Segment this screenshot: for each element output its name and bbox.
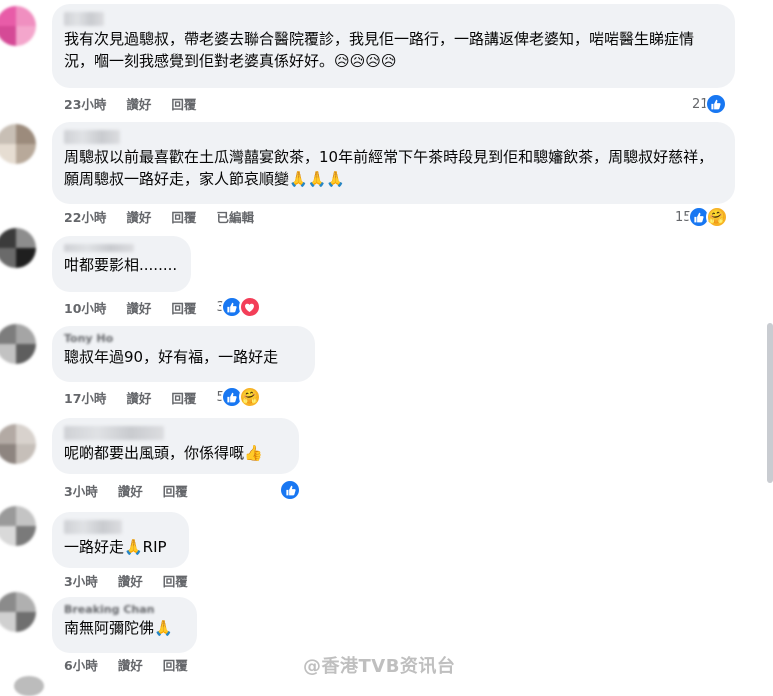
comment-bubble: 我有次見過驄叔，帶老婆去聯合醫院覆診，我見佢一路行，一路講返俾老婆知，啱啱醫生睇… [52,4,735,88]
reaction-summary[interactable]: 5 🤗 [216,386,261,408]
like-button[interactable]: 讚好 [118,655,143,674]
reply-button[interactable]: 回覆 [171,388,196,407]
comment-time[interactable]: 3小時 [64,481,98,500]
comment-bubble: Breaking Chan 南無阿彌陀佛🙏 [52,597,197,653]
comment-actions: 17小時 讚好 回覆 5 🤗 [64,386,261,408]
avatar[interactable] [0,424,36,464]
comment-actions: 3小時 讚好 回覆 [64,481,188,499]
reaction-summary[interactable]: 3 [216,296,261,318]
care-reaction-icon: 🤗 [705,206,728,228]
edited-label[interactable]: 已編輯 [216,207,254,226]
comment-bubble: 一路好走🙏RIP [52,512,189,568]
comment-author[interactable] [64,244,134,252]
comment-author[interactable] [64,426,164,440]
care-reaction-icon: 🤗 [238,386,261,408]
comment-text: 呢啲都要出風頭，你係得嘅👍 [64,444,263,462]
avatar[interactable] [0,324,36,364]
scrollbar-thumb[interactable] [767,323,773,483]
like-button[interactable]: 讚好 [126,207,151,226]
comment-actions: 23小時 讚好 回覆 [64,94,196,112]
comment-author[interactable]: Tony Ho [64,333,134,344]
avatar[interactable] [0,506,36,546]
comment-text: 一路好走🙏RIP [64,538,167,556]
reply-button[interactable]: 回覆 [163,571,188,590]
like-button[interactable]: 讚好 [126,388,151,407]
comment-text: 咁都要影相........ [64,256,178,274]
comment-author[interactable] [64,520,122,534]
avatar[interactable] [14,676,44,696]
avatar[interactable] [0,124,36,164]
watermark: @香港TVB资讯台 [303,656,456,677]
comment-text: 周驄叔以前最喜歡在土瓜灣囍宴飲茶，10年前經常下午茶時段見到佢和驄嬸飲茶，周驄叔… [64,148,714,188]
comment-bubble: 呢啲都要出風頭，你係得嘅👍 [52,418,299,474]
like-button[interactable]: 讚好 [118,571,143,590]
comment-time[interactable]: 17小時 [64,388,106,407]
comment-time[interactable]: 6小時 [64,655,98,674]
comment-time[interactable]: 3小時 [64,571,98,590]
like-button[interactable]: 讚好 [126,94,151,113]
comment-text: 我有次見過驄叔，帶老婆去聯合醫院覆診，我見佢一路行，一路講返俾老婆知，啱啱醫生睇… [64,30,695,70]
comment-text: 聰叔年過90，好有福，一路好走 [64,348,279,366]
reply-button[interactable]: 回覆 [163,481,188,500]
comment-actions: 22小時 讚好 回覆 已編輯 [64,207,254,225]
avatar[interactable] [0,592,36,632]
comment-author[interactable] [64,12,104,26]
comment-bubble: 周驄叔以前最喜歡在土瓜灣囍宴飲茶，10年前經常下午茶時段見到佢和驄嬸飲茶，周驄叔… [52,122,735,204]
comment-time[interactable]: 10小時 [64,298,106,317]
reaction-summary[interactable] [277,479,301,501]
reply-button[interactable]: 回覆 [171,298,196,317]
like-button[interactable]: 讚好 [126,298,151,317]
comment-actions: 10小時 讚好 回覆 3 [64,296,261,318]
like-button[interactable]: 讚好 [118,481,143,500]
reaction-summary[interactable]: 21 [692,93,727,115]
reply-button[interactable]: 回覆 [171,207,196,226]
avatar[interactable] [0,228,36,268]
comment-bubble: Tony Ho 聰叔年過90，好有福，一路好走 [52,326,315,382]
like-reaction-icon [704,93,727,115]
avatar[interactable] [0,6,36,46]
comment-actions: 3小時 讚好 回覆 [64,571,188,589]
comment-author[interactable]: Breaking Chan [64,604,164,615]
comment-bubble: 咁都要影相........ [52,236,191,292]
comment-time[interactable]: 23小時 [64,94,106,113]
like-reaction-icon [279,479,301,501]
reaction-summary[interactable]: 15 🤗 [675,206,728,228]
comment-author[interactable] [64,130,120,144]
comment-actions: 6小時 讚好 回覆 [64,655,188,673]
love-reaction-icon [238,296,261,318]
comment-time[interactable]: 22小時 [64,207,106,226]
comment-text: 南無阿彌陀佛🙏 [64,619,173,637]
reply-button[interactable]: 回覆 [171,94,196,113]
reply-button[interactable]: 回覆 [163,655,188,674]
